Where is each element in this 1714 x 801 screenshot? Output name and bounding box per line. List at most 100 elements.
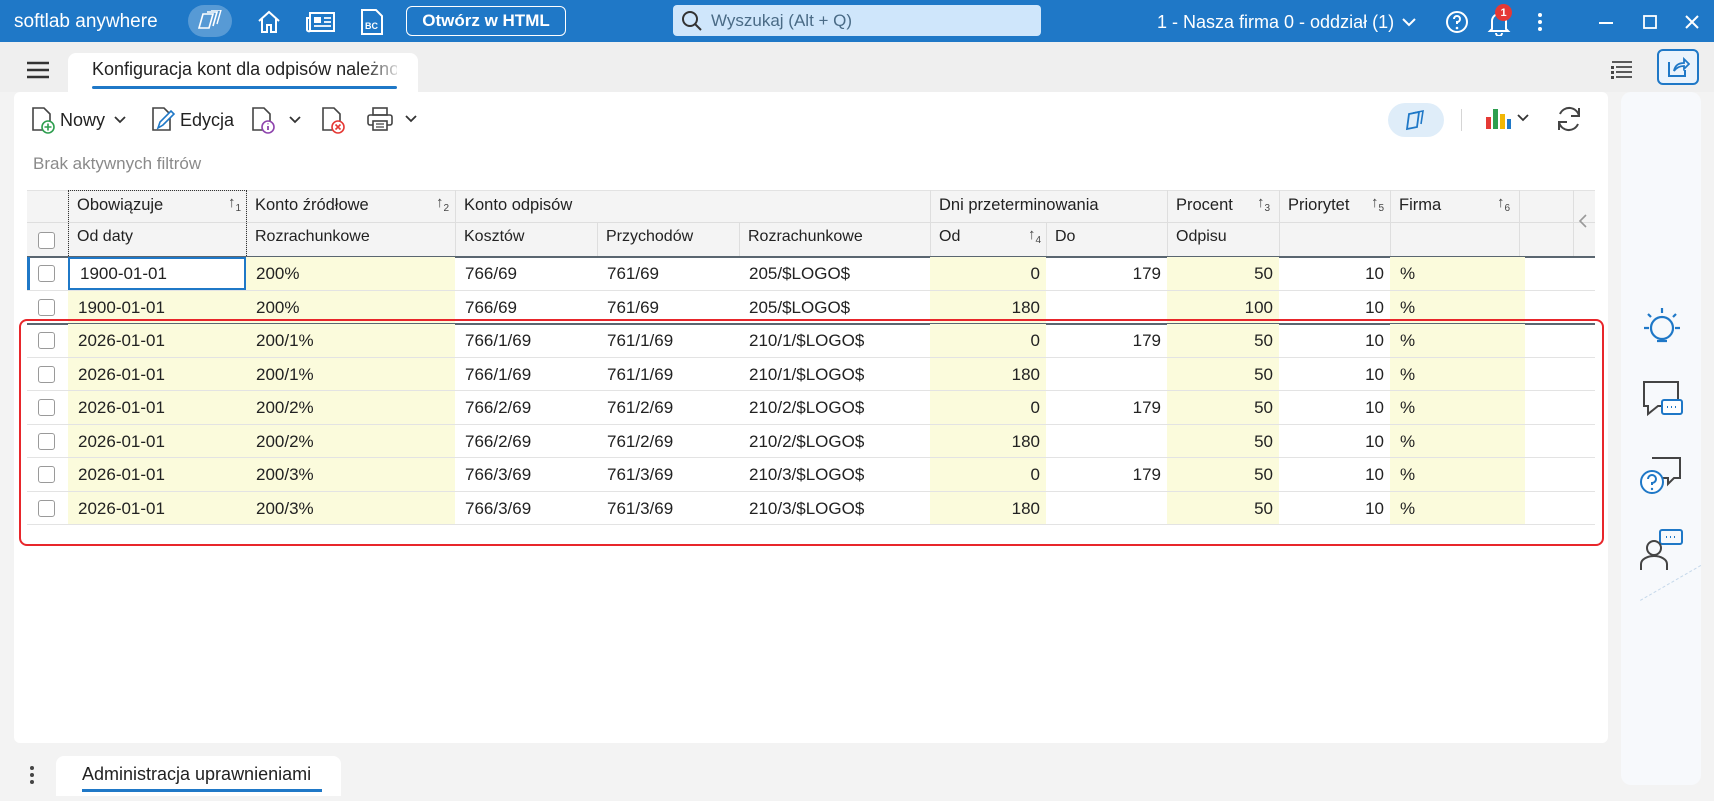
chevron-down-icon[interactable] [1399, 12, 1419, 32]
help-icon[interactable] [1444, 9, 1470, 35]
header-do[interactable]: Do [1048, 222, 1075, 252]
bar-chart-icon [1486, 109, 1511, 129]
tab-document-label: Konfiguracja kont dla odpisów należnośc [92, 59, 397, 79]
close-icon[interactable] [1682, 12, 1702, 32]
edit-button-label: Edycja [180, 109, 235, 130]
bc-icon[interactable]: BC [358, 8, 386, 36]
cell-firma[interactable]: % [1390, 257, 1525, 290]
company-selector[interactable]: 1 - Nasza firma 0 - oddział (1) [1157, 12, 1394, 33]
header-odpisu[interactable]: Odpisu [1169, 222, 1227, 252]
support-agent-icon[interactable] [1638, 528, 1686, 577]
print-button[interactable] [366, 106, 418, 132]
delete-button[interactable] [320, 106, 346, 134]
maximize-icon[interactable] [1640, 12, 1660, 32]
col-separator [1519, 190, 1520, 256]
col-separator [1573, 190, 1574, 256]
cell-income[interactable]: 761/69 [597, 257, 739, 290]
chat-icon[interactable] [1638, 378, 1686, 427]
header-kosztow[interactable]: Kosztów [457, 222, 524, 252]
modules-view-button[interactable] [1388, 103, 1444, 137]
side-panel [1621, 92, 1701, 785]
search-placeholder: Wyszukaj (Alt + Q) [711, 10, 853, 30]
search-input[interactable]: Wyszukaj (Alt + Q) [673, 5, 1041, 36]
svg-text:BC: BC [365, 21, 378, 31]
sort-indicator-3[interactable]: ↑3 [1257, 194, 1270, 214]
sort-indicator-6[interactable]: ↑6 [1497, 194, 1510, 214]
header-rozrachunkowe-zrodlowe[interactable]: Rozrachunkowe [248, 222, 370, 252]
new-document-icon [32, 107, 55, 134]
share-icon[interactable] [1657, 49, 1699, 85]
refresh-icon[interactable] [1554, 104, 1584, 139]
title-bar: softlab anywhere BC Otwórz w HTML Wyszuk… [0, 0, 1714, 42]
header-priorytet[interactable]: Priorytet [1281, 190, 1349, 220]
new-button-label: Nowy [60, 109, 106, 130]
col-separator [930, 190, 931, 256]
cell-date[interactable]: 1900-01-01 [68, 257, 246, 290]
scroll-left-icon[interactable] [1578, 213, 1588, 234]
col-separator [1279, 190, 1280, 256]
chevron-down-icon[interactable] [1516, 113, 1530, 123]
open-html-button[interactable]: Otwórz w HTML [406, 6, 566, 36]
header-przychodow[interactable]: Przychodów [599, 222, 693, 252]
col-separator [597, 222, 598, 256]
cell-settle[interactable]: 205/$LOGO$ [739, 257, 930, 290]
col-separator [739, 222, 740, 256]
header-rozrachunkowe-odpisow[interactable]: Rozrachunkowe [741, 222, 863, 252]
chart-button[interactable] [1484, 105, 1530, 131]
info-button[interactable] [250, 106, 302, 134]
printer-icon [367, 107, 393, 131]
cards-icon [1405, 109, 1424, 131]
toolbar-separator [1461, 109, 1462, 131]
minimize-icon[interactable] [1596, 12, 1616, 32]
news-icon[interactable] [306, 9, 336, 35]
help-chat-icon[interactable] [1638, 454, 1686, 503]
tab-active-indicator [92, 86, 397, 89]
search-icon [682, 10, 702, 31]
hamburger-menu-icon[interactable] [26, 61, 50, 84]
notification-badge: 1 [1495, 4, 1512, 21]
focused-row-marker [27, 257, 30, 290]
lightbulb-icon[interactable] [1638, 304, 1686, 353]
cell-prio[interactable]: 10 [1279, 257, 1390, 290]
edit-button[interactable]: Edycja [150, 106, 234, 134]
chevron-down-icon[interactable] [404, 114, 418, 124]
cell-to[interactable]: 179 [1046, 257, 1167, 290]
tab-administracja[interactable]: Administracja uprawnieniami [56, 756, 341, 796]
more-vertical-icon[interactable] [29, 765, 35, 790]
cell-from[interactable]: 0 [930, 257, 1046, 290]
more-vertical-icon[interactable] [1530, 10, 1550, 34]
tab-fade [364, 53, 404, 83]
cell-src[interactable]: 200% [246, 257, 455, 290]
sort-indicator-5[interactable]: ↑5 [1371, 194, 1384, 214]
header-procent[interactable]: Procent [1169, 190, 1233, 220]
home-icon[interactable] [256, 9, 282, 35]
cell-pct[interactable]: 50 [1167, 257, 1279, 290]
new-button[interactable]: Nowy [30, 106, 127, 134]
chevron-down-icon[interactable] [113, 115, 127, 125]
list-view-icon[interactable] [1608, 56, 1636, 84]
col-separator [1046, 222, 1047, 256]
header-od[interactable]: Od [932, 222, 960, 252]
header-dni-przeterminowania[interactable]: Dni przeterminowania [932, 190, 1099, 220]
tab-document[interactable]: Konfiguracja kont dla odpisów należnośc [68, 53, 418, 92]
edit-document-icon [152, 107, 176, 131]
chevron-down-icon[interactable] [288, 115, 302, 125]
header-konto-odpisow[interactable]: Konto odpisów [457, 190, 572, 220]
active-filters-text: Brak aktywnych filtrów [33, 154, 202, 173]
select-all-checkbox[interactable] [38, 232, 55, 249]
table-row[interactable]: 1900-01-01 200% 766/69 761/69 205/$LOGO$ 0 179… [27, 257, 1595, 291]
col-separator [1167, 190, 1168, 256]
modules-icon[interactable] [188, 5, 232, 37]
cell-cost[interactable]: 766/69 [455, 257, 597, 290]
row-checkbox[interactable] [38, 298, 55, 316]
sort-indicator-4[interactable]: ↑4 [1028, 226, 1041, 246]
tab-administracja-label: Administracja uprawnieniami [82, 764, 312, 784]
col-separator [455, 190, 456, 256]
sort-indicator-2[interactable]: ↑2 [436, 194, 449, 214]
header-firma[interactable]: Firma [1392, 190, 1441, 220]
delete-document-icon [322, 107, 345, 134]
info-document-icon [252, 107, 275, 134]
header-konto-zrodlowe[interactable]: Konto źródłowe [248, 190, 369, 220]
row-checkbox[interactable] [38, 265, 55, 282]
app-brand: softlab anywhere [14, 11, 158, 32]
